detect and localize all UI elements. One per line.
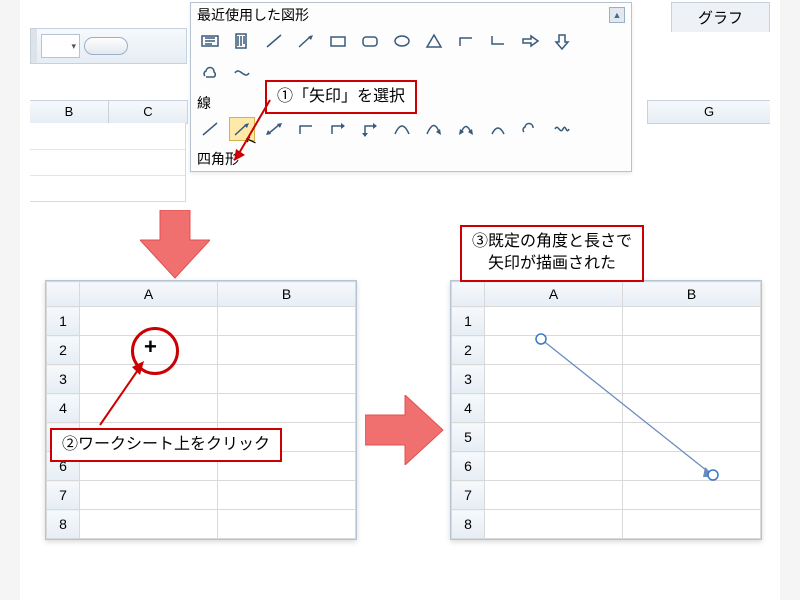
- tab-chart[interactable]: グラフ: [671, 2, 770, 32]
- shape-cloud-icon[interactable]: [197, 61, 223, 85]
- toolbar-fragment: ▾: [30, 28, 187, 64]
- col-B-2[interactable]: B: [623, 282, 761, 307]
- drawn-arrow-shape[interactable]: [531, 329, 731, 489]
- callout-2-pointer-icon: [90, 355, 160, 435]
- shape-freeform-icon[interactable]: [229, 61, 255, 85]
- cell[interactable]: [218, 336, 356, 365]
- callout-2-text: ②ワークシート上をクリック: [62, 436, 270, 453]
- row-1[interactable]: 1: [47, 307, 80, 336]
- panel-title: 最近使用した図形: [197, 5, 309, 25]
- shape-curve-double-icon[interactable]: [453, 117, 479, 141]
- callout-3-line2: 矢印が描画された: [488, 255, 616, 272]
- shape-elbow-double-icon[interactable]: [357, 117, 383, 141]
- row-5b[interactable]: 5: [452, 423, 485, 452]
- cell[interactable]: [218, 510, 356, 539]
- row-2[interactable]: 2: [47, 336, 80, 365]
- shape-roundrect-icon[interactable]: [357, 29, 383, 53]
- shape-scribble-icon[interactable]: [549, 117, 575, 141]
- callout-3-line1: ③既定の角度と長さで: [472, 233, 632, 250]
- callout-2: ②ワークシート上をクリック: [50, 428, 282, 462]
- shape-triangle-icon[interactable]: [421, 29, 447, 53]
- recent-shapes-row: [191, 27, 631, 59]
- cell[interactable]: [218, 307, 356, 336]
- shape-elbow-arrow-icon[interactable]: [325, 117, 351, 141]
- shape-block-arrow-down-icon[interactable]: [549, 29, 575, 53]
- row-8b[interactable]: 8: [452, 510, 485, 539]
- font-dropdown[interactable]: ▾: [41, 34, 80, 58]
- callout-3: ③既定の角度と長さで 矢印が描画された: [460, 225, 644, 282]
- toolbar-pill-button[interactable]: [84, 37, 128, 55]
- row-7b[interactable]: 7: [452, 481, 485, 510]
- shape-arc-icon[interactable]: [485, 117, 511, 141]
- row-3[interactable]: 3: [47, 365, 80, 394]
- row-2b[interactable]: 2: [452, 336, 485, 365]
- col-headers-left: B C: [30, 100, 188, 124]
- cell[interactable]: [218, 365, 356, 394]
- row-7[interactable]: 7: [47, 481, 80, 510]
- select-all-corner-2[interactable]: [452, 282, 485, 307]
- col-C[interactable]: C: [109, 101, 188, 123]
- row-4b[interactable]: 4: [452, 394, 485, 423]
- row-1b[interactable]: 1: [452, 307, 485, 336]
- callout-1-text: ①「矢印」を選択: [277, 88, 405, 105]
- select-all-corner[interactable]: [47, 282, 80, 307]
- cell[interactable]: [218, 394, 356, 423]
- col-A-2[interactable]: A: [485, 282, 623, 307]
- cell[interactable]: [485, 510, 623, 539]
- shape-line-icon[interactable]: [261, 29, 287, 53]
- shape-rect-icon[interactable]: [325, 29, 351, 53]
- shape-textbox-v-icon[interactable]: [229, 29, 255, 53]
- row-6b[interactable]: 6: [452, 452, 485, 481]
- row-4[interactable]: 4: [47, 394, 80, 423]
- shape-elbow1-icon[interactable]: [453, 29, 479, 53]
- cell[interactable]: [80, 481, 218, 510]
- col-G[interactable]: G: [647, 100, 770, 124]
- col-B-1[interactable]: B: [218, 282, 356, 307]
- cell[interactable]: [80, 510, 218, 539]
- col-A-1[interactable]: A: [80, 282, 218, 307]
- shape-block-arrow-right-icon[interactable]: [517, 29, 543, 53]
- shape-line2-icon[interactable]: [197, 117, 223, 141]
- shape-textbox-h-icon[interactable]: [197, 29, 223, 53]
- col-B[interactable]: B: [30, 101, 109, 123]
- big-arrow-down-icon: [140, 210, 210, 280]
- cell[interactable]: [218, 481, 356, 510]
- shape-elbow-connector-icon[interactable]: [293, 117, 319, 141]
- big-arrow-right-icon: [365, 395, 445, 465]
- shape-curve-arrow-icon[interactable]: [421, 117, 447, 141]
- cell[interactable]: [623, 510, 761, 539]
- toolbar-grip: [31, 29, 37, 63]
- worksheet-after: A B 1 2 3 4 5 6 7 8: [450, 280, 762, 540]
- shape-arrow-line-icon[interactable]: [293, 29, 319, 53]
- shape-freeform2-icon[interactable]: [517, 117, 543, 141]
- shape-ellipse-icon[interactable]: [389, 29, 415, 53]
- row-3b[interactable]: 3: [452, 365, 485, 394]
- callout-1-pointer-icon: [230, 95, 290, 165]
- panel-header: 最近使用した図形 ▲: [191, 3, 631, 27]
- shape-elbow2-icon[interactable]: [485, 29, 511, 53]
- scroll-up-icon[interactable]: ▲: [609, 7, 625, 23]
- empty-cells-left[interactable]: [30, 123, 186, 202]
- shape-curve-icon[interactable]: [389, 117, 415, 141]
- row-8[interactable]: 8: [47, 510, 80, 539]
